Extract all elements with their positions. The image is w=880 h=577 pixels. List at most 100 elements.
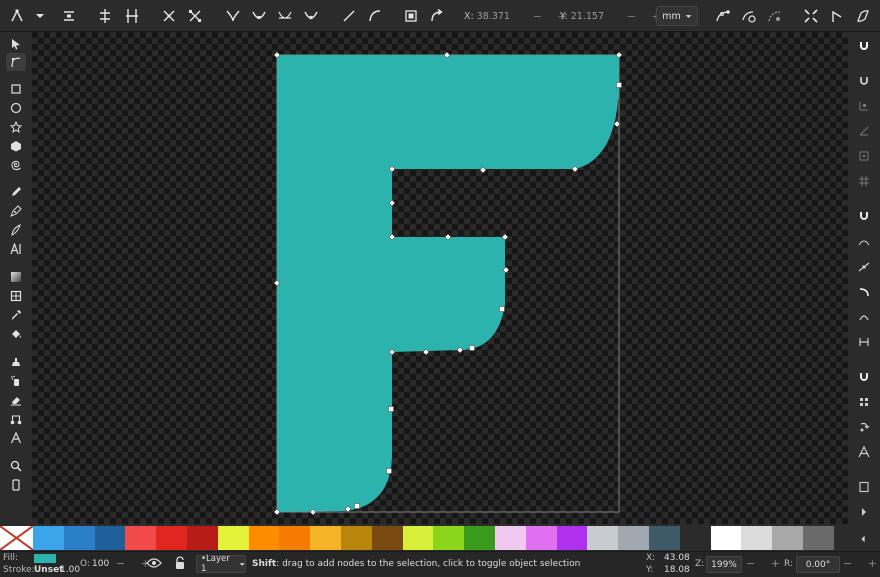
color-swatch[interactable]: [187, 526, 219, 550]
no-paint-swatch[interactable]: [0, 525, 34, 551]
show-handles-icon[interactable]: [712, 5, 734, 27]
opacity-value[interactable]: 100: [92, 559, 109, 569]
snap-rotation-icon[interactable]: [854, 418, 874, 436]
zoom-icon[interactable]: [6, 457, 26, 475]
color-swatch[interactable]: [217, 526, 250, 550]
y-input[interactable]: 21.157: [571, 11, 625, 22]
chevron-down-icon[interactable]: [32, 5, 48, 27]
color-swatch[interactable]: [371, 526, 404, 550]
x-coordinate-field[interactable]: X: 38.371 − +: [464, 6, 573, 26]
snap-intersection-icon[interactable]: [854, 283, 874, 301]
layer-selector[interactable]: •Layer 1: [196, 554, 246, 574]
delete-node-icon[interactable]: [58, 5, 80, 27]
color-swatch[interactable]: [741, 526, 773, 550]
snap-path-icon[interactable]: [854, 258, 874, 276]
pages-icon[interactable]: [6, 476, 26, 494]
snap-cusp-icon[interactable]: [854, 233, 874, 251]
zoom-input[interactable]: 199%: [706, 556, 742, 573]
mesh-icon[interactable]: [6, 287, 26, 305]
fill-indicator[interactable]: [34, 554, 56, 563]
snap-document-icon[interactable]: [854, 478, 874, 496]
segment-curve-icon[interactable]: [364, 5, 386, 27]
drawing-svg[interactable]: [32, 32, 848, 524]
calligraphy-icon[interactable]: [6, 221, 26, 239]
magnet-icon[interactable]: [854, 72, 874, 90]
chevron-left-icon[interactable]: [854, 531, 872, 547]
snap-bbox-icon[interactable]: [854, 97, 874, 115]
y-coordinate-field[interactable]: Y: 21.157 − +: [560, 6, 667, 26]
object-to-path-icon[interactable]: [400, 5, 422, 27]
snap-midpoint-icon[interactable]: [854, 333, 874, 351]
color-swatch[interactable]: [618, 526, 650, 550]
segment-line-icon[interactable]: [338, 5, 360, 27]
rotate-input[interactable]: 0.00°: [796, 556, 840, 573]
insert-node-icon[interactable]: [6, 5, 28, 27]
path-node[interactable]: [354, 503, 360, 509]
cusp-node-icon[interactable]: [222, 5, 244, 27]
lock-icon[interactable]: [174, 556, 186, 570]
selector-icon[interactable]: [6, 35, 26, 53]
color-swatch[interactable]: [310, 526, 342, 550]
color-swatch[interactable]: [156, 526, 188, 550]
stroke-to-path-icon[interactable]: [426, 5, 448, 27]
snap-center-icon[interactable]: [854, 147, 874, 165]
zoom-stepper[interactable]: − +: [746, 557, 786, 570]
color-swatch[interactable]: [710, 526, 742, 550]
auto-smooth-node-icon[interactable]: [300, 5, 322, 27]
join-segment-icon[interactable]: [158, 5, 180, 27]
color-swatch[interactable]: [433, 526, 465, 550]
x-input[interactable]: 38.371: [477, 11, 531, 22]
symmetric-node-icon[interactable]: [274, 5, 296, 27]
gradient-icon[interactable]: [6, 268, 26, 286]
unit-select[interactable]: mm: [656, 6, 698, 26]
snap-grid-icon[interactable]: [854, 172, 874, 190]
snap-page-icon[interactable]: [854, 393, 874, 411]
break-path-icon[interactable]: [121, 5, 143, 27]
path-node[interactable]: [499, 306, 505, 312]
pen-icon[interactable]: [6, 202, 26, 220]
measure-icon[interactable]: [6, 429, 26, 447]
color-swatch[interactable]: [94, 526, 126, 550]
eraser-icon[interactable]: [6, 391, 26, 409]
color-swatch[interactable]: [679, 526, 712, 550]
color-swatch[interactable]: [803, 526, 835, 550]
color-swatch[interactable]: [63, 526, 96, 550]
star-icon[interactable]: [6, 118, 26, 136]
magnet-icon[interactable]: [854, 207, 874, 225]
color-swatch[interactable]: [341, 526, 373, 550]
drawing-canvas[interactable]: [32, 32, 848, 524]
show-path-outline-icon[interactable]: [764, 5, 786, 27]
color-swatch[interactable]: [525, 526, 558, 550]
color-swatch[interactable]: [649, 526, 681, 550]
spray-icon[interactable]: [6, 372, 26, 390]
color-swatch[interactable]: [587, 526, 619, 550]
path-node[interactable]: [469, 345, 475, 351]
transform-handles-icon[interactable]: [800, 5, 822, 27]
color-swatch[interactable]: [402, 526, 434, 550]
stroke-width-value[interactable]: 1.00: [60, 565, 80, 575]
snap-smooth-icon[interactable]: [854, 308, 874, 326]
tweak-icon[interactable]: [6, 353, 26, 371]
delete-segment-icon[interactable]: [184, 5, 206, 27]
color-swatch[interactable]: [279, 526, 311, 550]
show-mask-icon[interactable]: [826, 5, 848, 27]
smooth-node-icon[interactable]: [248, 5, 270, 27]
magnet-icon[interactable]: [854, 37, 874, 55]
color-swatch[interactable]: [125, 526, 157, 550]
3dbox-icon[interactable]: [6, 137, 26, 155]
connector-icon[interactable]: [6, 410, 26, 428]
color-swatch[interactable]: [33, 526, 65, 550]
color-swatch[interactable]: [248, 526, 280, 550]
dropper-icon[interactable]: [6, 306, 26, 324]
path-node[interactable]: [388, 406, 394, 412]
letter-f-path[interactable]: [277, 55, 619, 512]
ellipse-icon[interactable]: [6, 99, 26, 117]
text-icon[interactable]: [6, 240, 26, 258]
node-tool-icon[interactable]: [6, 53, 26, 71]
join-nodes-icon[interactable]: [94, 5, 116, 27]
path-node[interactable]: [386, 468, 392, 474]
show-transform-handles-icon[interactable]: [738, 5, 760, 27]
color-swatch[interactable]: [772, 526, 804, 550]
snap-text-icon[interactable]: [854, 443, 874, 461]
magnet-icon[interactable]: [854, 368, 874, 386]
